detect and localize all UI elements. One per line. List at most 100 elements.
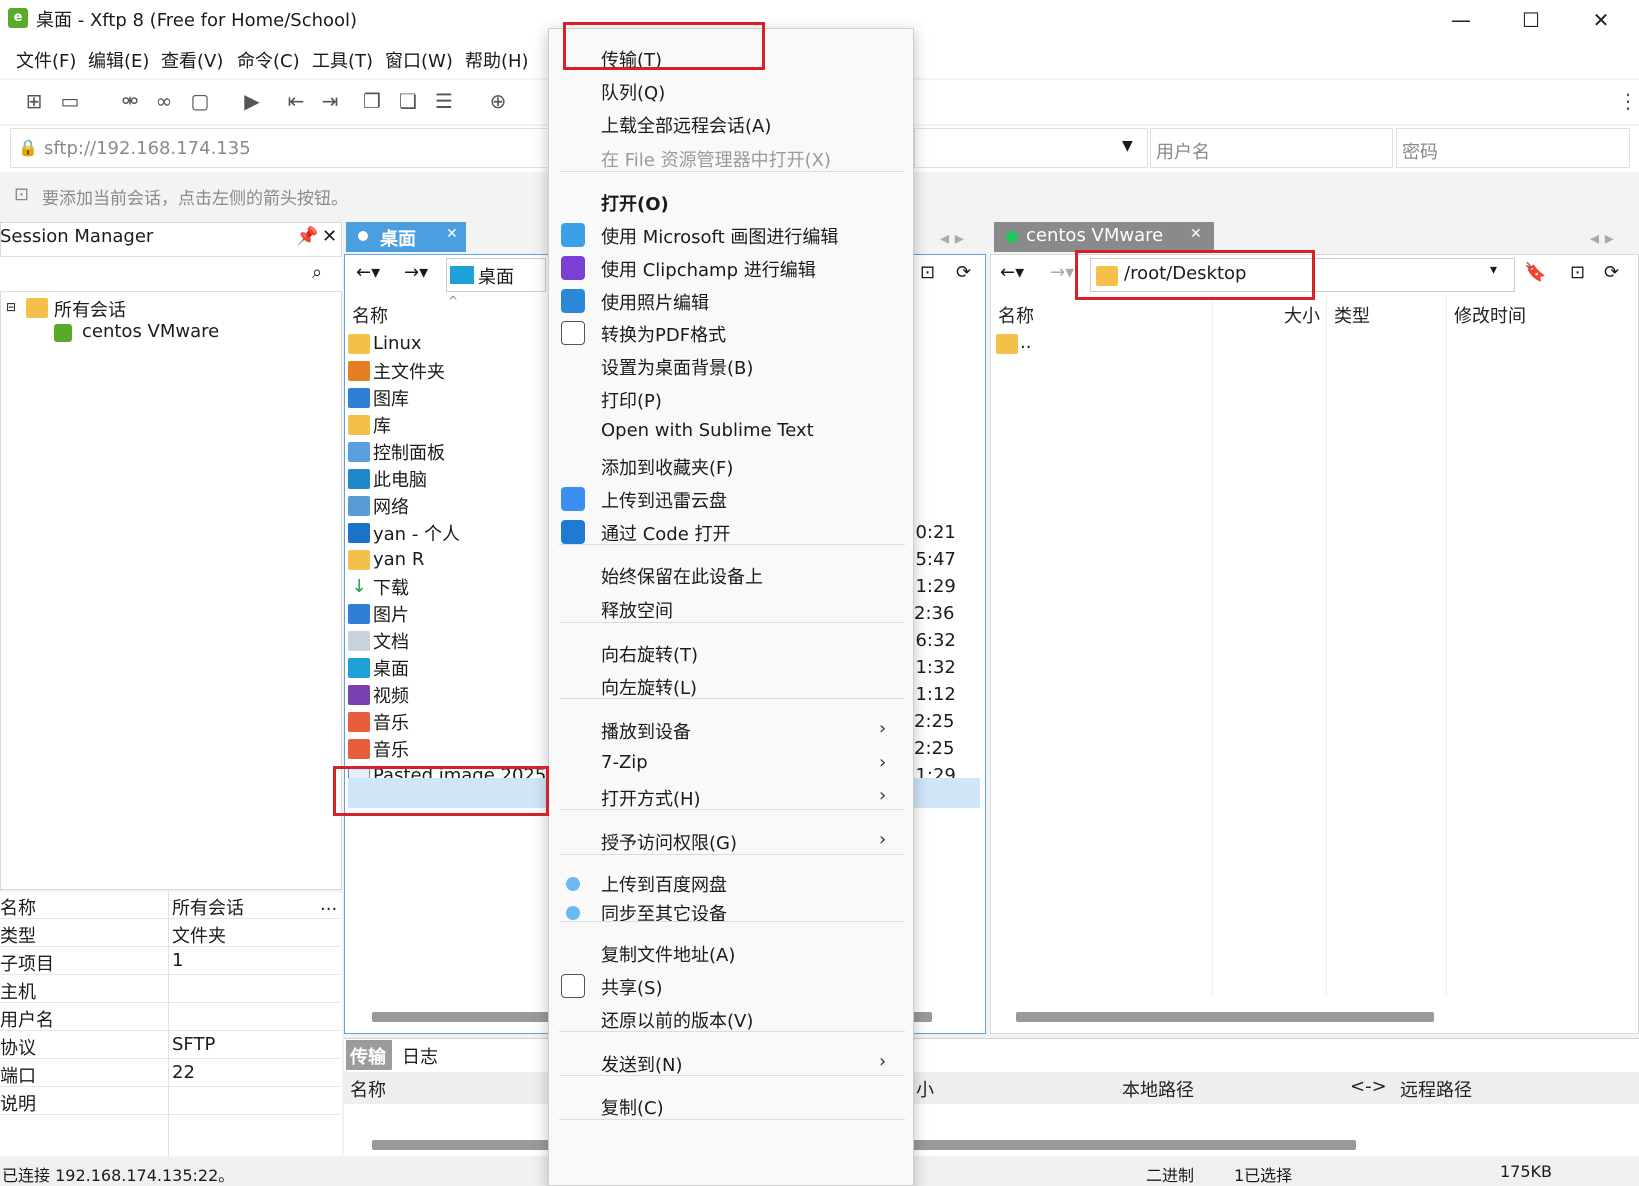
new-window-icon[interactable]: ▢ bbox=[186, 88, 214, 114]
context-menu-item[interactable]: 打印(P) bbox=[601, 387, 662, 413]
context-menu-item[interactable]: 使用照片编辑 bbox=[601, 289, 709, 315]
start-icon[interactable]: ▶ bbox=[238, 88, 266, 114]
new-file-icon[interactable]: ❏ bbox=[394, 88, 422, 114]
submenu-arrow-icon: › bbox=[879, 829, 887, 850]
tab-close-icon[interactable]: ✕ bbox=[446, 226, 458, 242]
session-search-input[interactable] bbox=[0, 256, 342, 292]
add-session-icon[interactable]: ⊡ bbox=[14, 184, 29, 205]
folder-icon bbox=[348, 549, 370, 570]
more-button[interactable]: ... bbox=[320, 894, 337, 915]
parent-folder-label[interactable]: .. bbox=[1020, 332, 1031, 353]
bookmark-icon[interactable]: 🔖 bbox=[1524, 262, 1546, 283]
context-menu-item[interactable]: 始终保留在此设备上 bbox=[601, 563, 763, 589]
remote-upload-icon[interactable]: ⊡ bbox=[1570, 262, 1585, 283]
refresh-icon[interactable]: ⟳ bbox=[956, 262, 971, 283]
context-menu-item[interactable]: 还原以前的版本(V) bbox=[601, 1007, 753, 1033]
column-name[interactable]: 名称 bbox=[352, 302, 388, 328]
menu-help[interactable]: 帮助(H) bbox=[465, 47, 529, 73]
context-menu-item[interactable]: 转换为PDF格式 bbox=[601, 321, 726, 347]
disconnect-icon[interactable]: ⚮ bbox=[116, 88, 144, 114]
transfer-col-direction[interactable]: <-> bbox=[1350, 1076, 1387, 1097]
context-menu-item[interactable]: 7-Zip bbox=[601, 752, 648, 773]
tree-root-label[interactable]: 所有会话 bbox=[54, 296, 126, 322]
new-session-icon[interactable]: ⊞ bbox=[20, 88, 48, 114]
context-menu-item[interactable]: 上传到百度网盘 bbox=[601, 871, 727, 897]
remote-column-name[interactable]: 名称 bbox=[998, 302, 1034, 328]
submenu-arrow-icon: › bbox=[879, 718, 887, 739]
transfer-col-name[interactable]: 名称 bbox=[350, 1076, 386, 1102]
tab-log[interactable]: 日志 bbox=[402, 1043, 438, 1069]
remote-scrollbar[interactable] bbox=[1016, 1012, 1434, 1022]
menu-command[interactable]: 命令(C) bbox=[237, 47, 300, 73]
remote-forward-icon[interactable]: →▾ bbox=[1050, 262, 1074, 283]
panel-close-icon[interactable]: ✕ bbox=[322, 226, 337, 247]
context-menu-item[interactable]: 打开(O) bbox=[601, 190, 669, 216]
transfer-col-remote[interactable]: 远程路径 bbox=[1400, 1076, 1472, 1102]
copy-icon[interactable]: ❐ bbox=[358, 88, 386, 114]
tab-scroll-icon[interactable]: ◂ ▸ bbox=[940, 228, 964, 249]
context-menu-item[interactable]: 添加到收藏夹(F) bbox=[601, 454, 733, 480]
remote-refresh-icon[interactable]: ⟳ bbox=[1604, 262, 1619, 283]
context-menu-item[interactable]: 使用 Microsoft 画图进行编辑 bbox=[601, 223, 838, 249]
transfer-col-local[interactable]: 本地路径 bbox=[1122, 1076, 1194, 1102]
menu-tools[interactable]: 工具(T) bbox=[312, 47, 373, 73]
link-icon[interactable]: ∞ bbox=[150, 88, 178, 114]
menu-separator bbox=[559, 622, 905, 623]
path-dropdown-icon[interactable]: ▾ bbox=[1490, 262, 1497, 278]
remote-column-size[interactable]: 大小 bbox=[1284, 302, 1320, 328]
transfer-col-size[interactable]: 小 bbox=[916, 1076, 934, 1102]
open-session-icon[interactable]: ▭ bbox=[56, 88, 84, 114]
forward-arrow-icon[interactable]: →▾ bbox=[404, 262, 428, 283]
context-menu-item[interactable]: 同步至其它设备 bbox=[601, 900, 727, 926]
remote-tab-scroll-icon[interactable]: ◂ ▸ bbox=[1590, 228, 1614, 249]
menu-edit[interactable]: 编辑(E) bbox=[88, 47, 149, 73]
remote-column-type[interactable]: 类型 bbox=[1334, 302, 1370, 328]
context-menu-item[interactable]: 复制(C) bbox=[601, 1094, 664, 1120]
context-menu-item[interactable]: 发送到(N) bbox=[601, 1051, 683, 1077]
context-menu-item[interactable]: 复制文件地址(A) bbox=[601, 941, 735, 967]
collapse-icon[interactable]: ⊟ bbox=[6, 300, 16, 314]
menu-file[interactable]: 文件(F) bbox=[16, 47, 76, 73]
menu-window[interactable]: 窗口(W) bbox=[385, 47, 453, 73]
context-menu-item[interactable]: 上传到迅雷云盘 bbox=[601, 487, 727, 513]
more-icon[interactable]: ⋮ bbox=[1614, 88, 1639, 114]
chevron-down-icon[interactable]: ▼ bbox=[1122, 138, 1133, 154]
search-icon[interactable]: ⌕ bbox=[312, 262, 322, 283]
maximize-button[interactable]: ☐ bbox=[1496, 0, 1566, 40]
context-menu-item[interactable]: 打开方式(H) bbox=[601, 785, 701, 811]
upload-icon[interactable]: ⊡ bbox=[920, 262, 935, 283]
back-arrow-icon[interactable]: ←▾ bbox=[356, 262, 380, 283]
menu-view[interactable]: 查看(V) bbox=[161, 47, 223, 73]
transfer-left-icon[interactable]: ⇤ bbox=[282, 88, 310, 114]
context-menu-item[interactable]: 设置为桌面背景(B) bbox=[601, 354, 753, 380]
file-name: 桌面 bbox=[373, 658, 409, 680]
tab-local-desktop[interactable]: 桌面 ✕ bbox=[346, 222, 466, 252]
context-menu-item[interactable]: 向左旋转(L) bbox=[601, 674, 697, 700]
url-dropdown[interactable] bbox=[914, 128, 1148, 168]
remote-tab-close-icon[interactable]: ✕ bbox=[1190, 226, 1202, 242]
tree-child-label[interactable]: centos VMware bbox=[82, 321, 219, 342]
close-button[interactable]: ✕ bbox=[1566, 0, 1636, 40]
context-menu-item[interactable]: 共享(S) bbox=[601, 974, 662, 1000]
tab-remote-centos[interactable]: centos VMware ✕ bbox=[994, 222, 1214, 252]
folder-icon bbox=[348, 333, 370, 354]
transfer-right-icon[interactable]: ⇥ bbox=[316, 88, 344, 114]
context-menu-item[interactable]: 通过 Code 打开 bbox=[601, 520, 731, 546]
list-view-icon[interactable]: ☰ bbox=[430, 88, 458, 114]
remote-back-icon[interactable]: ←▾ bbox=[1000, 262, 1024, 283]
context-menu-item[interactable]: 使用 Clipchamp 进行编辑 bbox=[601, 256, 816, 282]
onedrive-icon bbox=[348, 522, 370, 543]
context-menu-item[interactable]: 释放空间 bbox=[601, 597, 673, 623]
context-menu-item[interactable]: 授予访问权限(G) bbox=[601, 829, 737, 855]
context-menu-item[interactable]: 队列(Q) bbox=[601, 79, 665, 105]
tab-transfer[interactable]: 传输 bbox=[346, 1040, 392, 1070]
remote-column-modified[interactable]: 修改时间 bbox=[1454, 302, 1526, 328]
context-menu-item[interactable]: 向右旋转(T) bbox=[601, 641, 698, 667]
globe-icon[interactable]: ⊕ bbox=[484, 88, 512, 114]
context-menu-item[interactable]: 上载全部远程会话(A) bbox=[601, 112, 771, 138]
photos-icon bbox=[561, 289, 585, 313]
pin-icon[interactable]: 📌 bbox=[296, 226, 318, 247]
context-menu-item[interactable]: 播放到设备 bbox=[601, 718, 691, 744]
minimize-button[interactable]: — bbox=[1426, 0, 1496, 40]
context-menu-item[interactable]: Open with Sublime Text bbox=[601, 420, 814, 441]
